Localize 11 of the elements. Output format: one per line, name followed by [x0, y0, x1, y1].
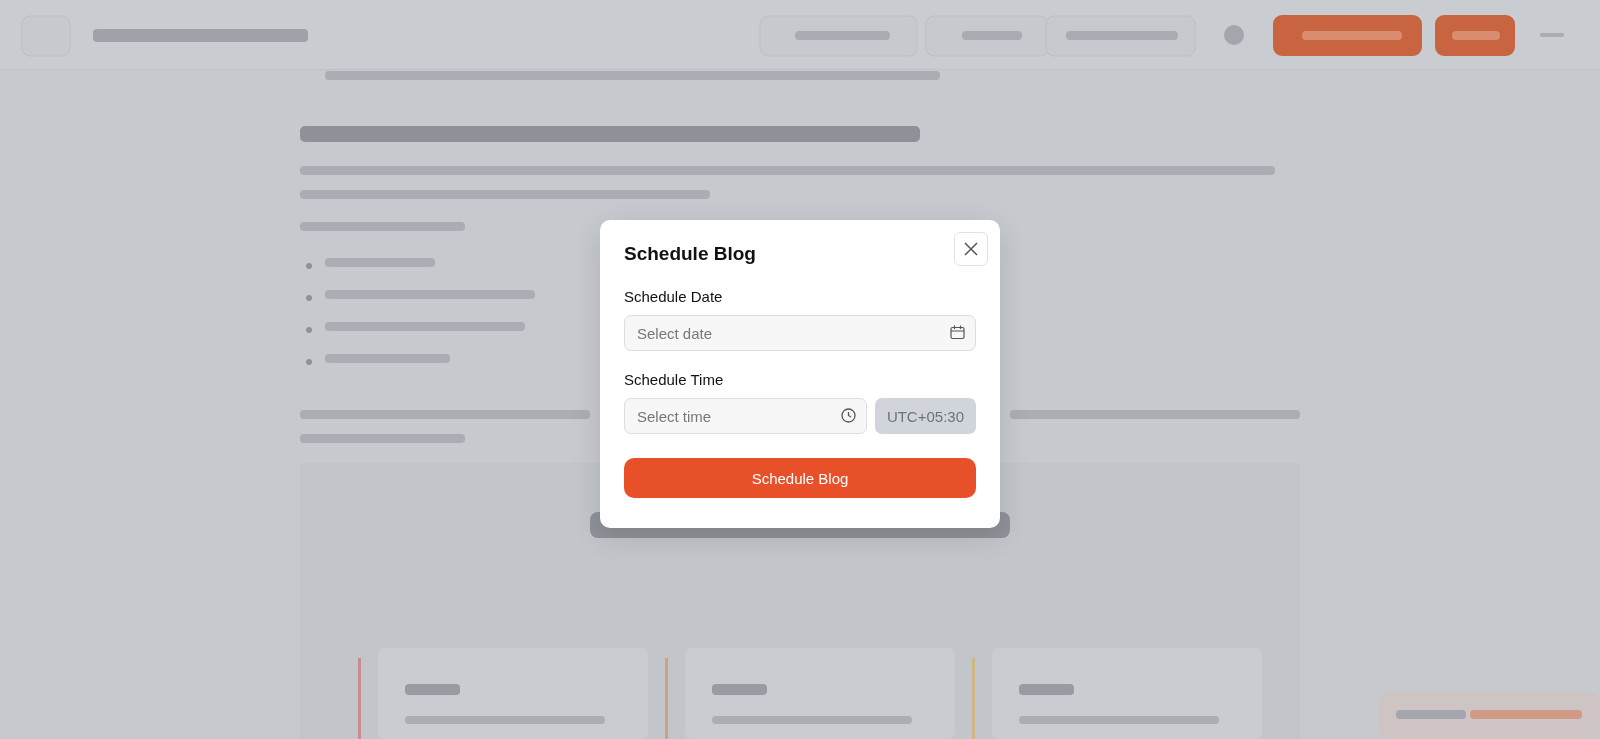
dialog-title: Schedule Blog — [624, 243, 756, 265]
time-field[interactable]: Select time — [624, 398, 867, 434]
clock-icon — [840, 408, 856, 423]
date-field[interactable]: Select date — [624, 315, 976, 351]
timezone-label: UTC+05:30 — [874, 398, 976, 434]
close-icon — [964, 242, 978, 256]
field-label: Schedule Time — [624, 371, 725, 388]
field-label: Schedule Date — [624, 288, 724, 305]
schedule-button[interactable]: Schedule Blog — [624, 458, 976, 498]
close-button[interactable] — [954, 232, 988, 266]
calendar-icon — [950, 325, 965, 340]
